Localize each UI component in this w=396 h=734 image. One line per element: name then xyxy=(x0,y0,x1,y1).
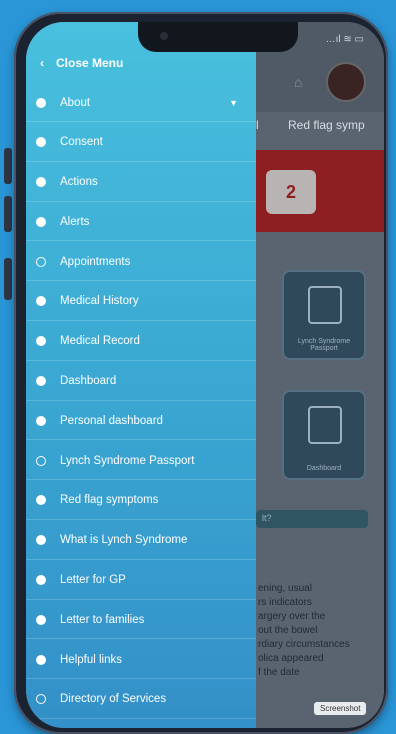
info-banner[interactable]: lt? xyxy=(256,510,368,528)
menu-item-label: Medical History xyxy=(60,295,139,308)
volume-down-button xyxy=(4,196,12,232)
status-bar: …ıl ≋ ▭ xyxy=(325,34,364,45)
menu-item-label: Actions xyxy=(60,176,98,189)
chevron-left-icon: ‹ xyxy=(40,56,44,70)
side-button xyxy=(4,258,12,300)
menu-item-medical-history[interactable]: Medical History xyxy=(26,283,256,321)
menu-item-label: Helpful links xyxy=(60,653,122,666)
filled-dot-icon xyxy=(36,415,46,426)
menu-item-letter-for-gp[interactable]: Letter for GP xyxy=(26,562,256,600)
camera-icon xyxy=(160,32,168,40)
close-menu-label: Close Menu xyxy=(56,56,124,70)
menu-item-letter-to-families[interactable]: Letter to families xyxy=(26,601,256,640)
menu-item-directory-of-services[interactable]: Directory of Services xyxy=(26,681,256,719)
side-drawer: ‹ Close Menu About ▼ Consent Actions Alerts A… xyxy=(26,22,256,728)
tab-red-flag[interactable]: Red flag symp xyxy=(288,118,365,132)
menu-item-label: Letter to families xyxy=(60,613,145,626)
tab-item[interactable]: l xyxy=(256,118,259,132)
menu-item-label: About xyxy=(60,96,91,109)
filled-dot-icon xyxy=(36,216,46,227)
body-paragraph: ening, usual rs indicators argery over t… xyxy=(258,583,350,678)
filled-dot-icon xyxy=(36,495,46,506)
menu-item-red-flag-symptoms[interactable]: Red flag symptoms xyxy=(26,482,256,520)
menu-item-label: Personal dashboard xyxy=(60,414,163,427)
menu-item-label: Letter for GP xyxy=(60,574,126,587)
notch xyxy=(138,22,298,52)
menu-item-actions[interactable]: Actions xyxy=(26,164,256,202)
passport-icon xyxy=(308,286,342,324)
filled-dot-icon xyxy=(36,535,46,546)
menu-item-label: What is Lynch Syndrome xyxy=(60,534,188,547)
drawer-menu: About ▼ Consent Actions Alerts Appointments Me… xyxy=(26,84,256,721)
menu-item-alerts[interactable]: Alerts xyxy=(26,203,256,242)
filled-dot-icon xyxy=(36,336,46,347)
filled-dot-icon xyxy=(36,137,46,148)
filled-dot-icon xyxy=(36,654,46,665)
filled-dot-icon xyxy=(36,376,46,387)
menu-item-dashboard[interactable]: Dashboard xyxy=(26,363,256,401)
dashboard-tile[interactable]: Dashboard xyxy=(282,390,366,480)
menu-item-helpful-links[interactable]: Helpful links xyxy=(26,641,256,680)
dashboard-icon xyxy=(308,406,342,444)
filled-dot-icon xyxy=(36,97,46,108)
alert-count-badge[interactable]: 2 xyxy=(266,170,316,214)
avatar[interactable] xyxy=(326,62,366,102)
filled-dot-icon xyxy=(36,296,46,307)
filled-dot-icon xyxy=(36,177,46,188)
phone-screen: …ıl ≋ ▭ ⌂ l Red flag symp 2 Lynch Syndro… xyxy=(26,22,384,728)
volume-up-button xyxy=(4,148,12,184)
menu-item-label: Medical Record xyxy=(60,335,140,348)
menu-item-lynch-syndrome-passport[interactable]: Lynch Syndrome Passport xyxy=(26,442,256,481)
hollow-circle-icon xyxy=(36,256,46,267)
menu-item-label: Dashboard xyxy=(60,375,117,388)
menu-item-label: Appointments xyxy=(60,255,131,268)
menu-item-label: Red flag symptoms xyxy=(60,494,159,507)
tile-caption: Dashboard xyxy=(306,465,342,472)
menu-item-personal-dashboard[interactable]: Personal dashboard xyxy=(26,402,256,441)
passport-tile[interactable]: Lynch Syndrome Passport xyxy=(282,270,366,360)
home-icon[interactable]: ⌂ xyxy=(294,74,302,90)
filled-dot-icon xyxy=(36,575,46,586)
menu-item-label: Lynch Syndrome Passport xyxy=(60,454,195,467)
hollow-circle-icon xyxy=(36,694,46,705)
chevron-down-icon[interactable]: ▼ xyxy=(229,98,238,108)
menu-item-label: Consent xyxy=(60,136,103,149)
tile-caption: Lynch Syndrome Passport xyxy=(297,338,351,352)
hollow-circle-icon xyxy=(36,455,46,466)
menu-item-consent[interactable]: Consent xyxy=(26,124,256,162)
menu-item-about[interactable]: About ▼ xyxy=(26,84,256,122)
menu-item-appointments[interactable]: Appointments xyxy=(26,243,256,282)
info-banner-label: lt? xyxy=(262,513,272,523)
screenshot-tag: Screenshot xyxy=(314,702,367,715)
tab-bar: l Red flag symp xyxy=(256,118,384,132)
menu-item-what-is-lynch-syndrome[interactable]: What is Lynch Syndrome xyxy=(26,522,256,560)
filled-dot-icon xyxy=(36,614,46,625)
menu-item-label: Directory of Services xyxy=(60,693,167,706)
menu-item-label: Alerts xyxy=(60,215,90,228)
menu-item-medical-record[interactable]: Medical Record xyxy=(26,323,256,361)
